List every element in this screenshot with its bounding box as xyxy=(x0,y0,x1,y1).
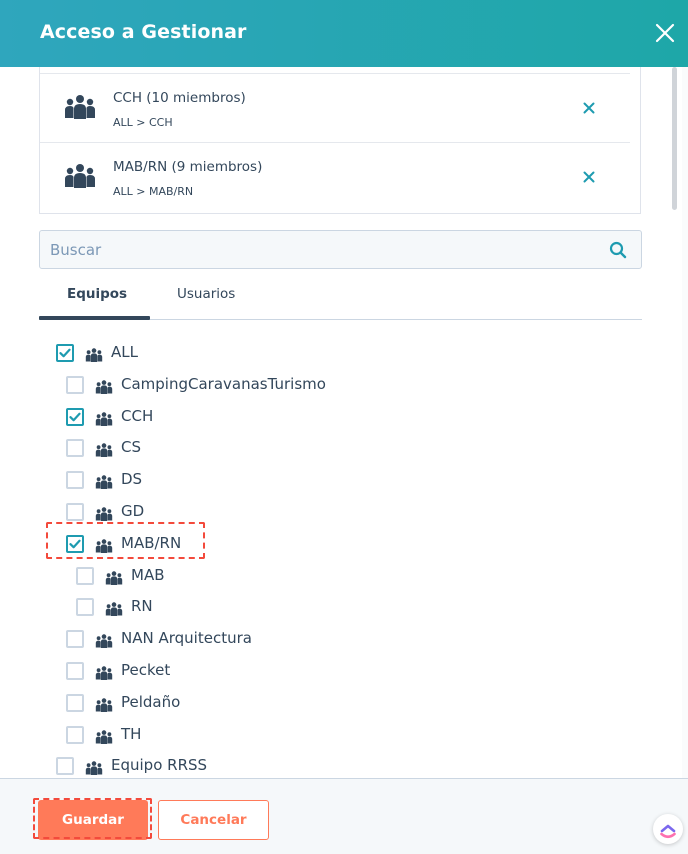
tree-node[interactable]: DS xyxy=(66,469,466,497)
team-icon xyxy=(95,411,113,426)
close-icon[interactable] xyxy=(650,18,680,48)
annotation-highlight xyxy=(46,522,205,559)
search-icon[interactable] xyxy=(609,241,627,259)
tree-node-checkbox[interactable] xyxy=(66,503,84,521)
modal-title: Acceso a Gestionar xyxy=(40,21,247,43)
search-box xyxy=(39,230,642,269)
search-input[interactable] xyxy=(40,231,600,268)
team-icon xyxy=(95,474,113,489)
tree-node-label: Peldaño xyxy=(121,693,181,711)
tree-node-checkbox[interactable] xyxy=(66,694,84,712)
active-tab-indicator xyxy=(39,316,150,320)
scroll-thumb[interactable] xyxy=(672,67,677,210)
tree-node-label: DS xyxy=(121,470,143,488)
tree-node[interactable]: NAN Arquitectura xyxy=(66,628,466,656)
tree-node-label: RN xyxy=(131,597,153,615)
team-icon xyxy=(105,601,123,616)
tree-node-checkbox[interactable] xyxy=(56,757,74,775)
tree-node-checkbox[interactable] xyxy=(66,726,84,744)
team-icon xyxy=(63,163,97,189)
tree-node-label: CampingCaravanasTurismo xyxy=(121,375,326,393)
team-icon xyxy=(85,347,103,362)
selected-team-name: MAB/RN (9 miembros) xyxy=(113,159,263,175)
app-logo-icon[interactable] xyxy=(653,814,683,844)
team-icon xyxy=(95,697,113,712)
tree-node[interactable]: Peldaño xyxy=(66,692,466,720)
team-icon xyxy=(95,379,113,394)
tree-node-checkbox[interactable] xyxy=(76,567,94,585)
tree-node-label: MAB xyxy=(131,566,165,584)
team-icon xyxy=(95,665,113,680)
tree-node-checkbox[interactable] xyxy=(66,439,84,457)
save-button[interactable]: Guardar xyxy=(38,800,148,840)
scrollbar[interactable] xyxy=(670,67,678,213)
team-icon xyxy=(95,729,113,744)
tree-node-label: Equipo RRSS xyxy=(111,756,208,774)
selected-team-name: CCH (10 miembros) xyxy=(113,90,246,106)
team-icon xyxy=(63,94,97,120)
tree-node[interactable]: CS xyxy=(66,437,466,465)
tree-node-checkbox[interactable] xyxy=(66,630,84,648)
tree-node[interactable]: Pecket xyxy=(66,660,466,688)
tree-node-label: GD xyxy=(121,502,145,520)
tree-node-label: TH xyxy=(121,725,142,743)
tree-node-checkbox[interactable] xyxy=(76,598,94,616)
team-icon xyxy=(105,570,123,585)
tree-node[interactable]: CCH xyxy=(66,406,466,434)
selected-team-path: ALL > CCH xyxy=(113,116,173,129)
remove-x-icon[interactable] xyxy=(581,169,597,185)
team-icon xyxy=(85,760,103,775)
tree-node-checkbox[interactable] xyxy=(66,471,84,489)
page-scroll-track xyxy=(682,67,688,778)
tree-node-checkbox[interactable] xyxy=(66,408,84,426)
modal-header: Acceso a Gestionar xyxy=(0,0,688,67)
tree-node[interactable]: RN xyxy=(76,596,476,624)
tree-node-label: ALL xyxy=(111,343,138,361)
tree-node[interactable]: ALL xyxy=(56,342,456,370)
tree-node-label: NAN Arquitectura xyxy=(121,629,252,647)
tree-node-label: Pecket xyxy=(121,661,171,679)
tree-node[interactable]: TH xyxy=(66,724,466,752)
tree-node-label: CCH xyxy=(121,407,154,425)
tree-node-checkbox[interactable] xyxy=(66,662,84,680)
selected-teams-list: CCH (10 miembros) ALL > CCH MAB/RN (9 mi… xyxy=(39,67,677,214)
selected-team-item: MAB/RN (9 miembros) ALL > MAB/RN xyxy=(40,142,630,210)
cancel-button[interactable]: Cancelar xyxy=(158,800,269,840)
selected-team-item: CCH (10 miembros) ALL > CCH xyxy=(40,73,630,141)
tab-usuarios[interactable]: Usuarios xyxy=(177,286,235,302)
tree-node[interactable]: CampingCaravanasTurismo xyxy=(66,374,466,402)
tree-node-checkbox[interactable] xyxy=(56,344,74,362)
team-icon xyxy=(95,442,113,457)
team-icon xyxy=(95,633,113,648)
team-icon xyxy=(95,506,113,521)
selected-team-path: ALL > MAB/RN xyxy=(113,185,194,198)
tab-equipos[interactable]: Equipos xyxy=(67,286,127,302)
tree-node[interactable]: MAB xyxy=(76,565,476,593)
modal-footer: Guardar Cancelar xyxy=(0,778,688,854)
remove-x-icon[interactable] xyxy=(581,100,597,116)
tree-node-checkbox[interactable] xyxy=(66,376,84,394)
tabs: Equipos Usuarios xyxy=(39,278,642,320)
tree-node-label: CS xyxy=(121,438,141,456)
